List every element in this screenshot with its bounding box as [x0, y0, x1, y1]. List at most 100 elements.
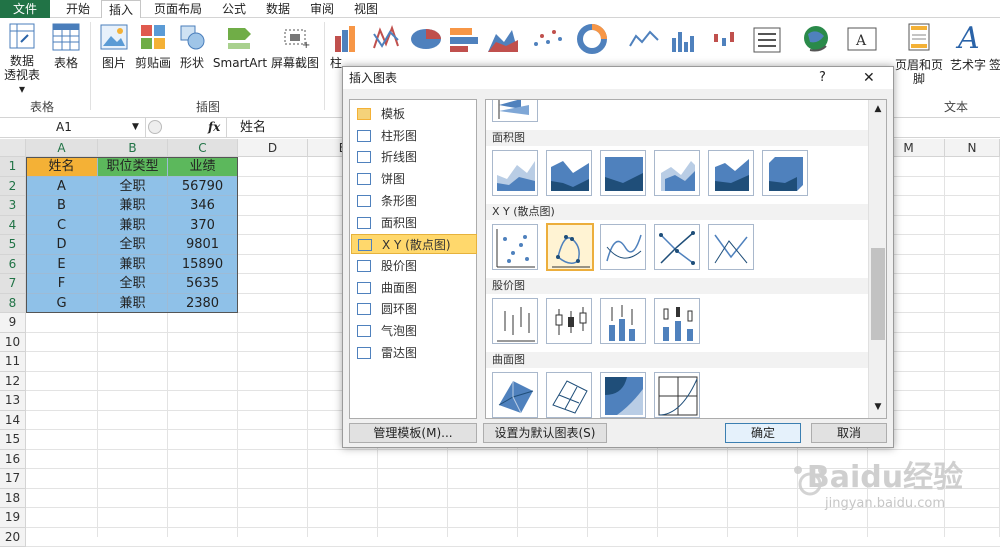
- row-header-1[interactable]: 1: [0, 157, 26, 177]
- row-header-8[interactable]: 8: [0, 294, 26, 314]
- table-cell[interactable]: C: [26, 216, 98, 236]
- ok-button[interactable]: 确定: [725, 423, 801, 443]
- row-header-14[interactable]: 14: [0, 411, 26, 431]
- pivot-table-button[interactable]: 数据 透视表 ▾: [2, 22, 42, 96]
- category-scatter[interactable]: X Y (散点图): [351, 234, 477, 254]
- column-header-d[interactable]: D: [238, 139, 308, 157]
- table-cell[interactable]: 15890: [168, 255, 238, 275]
- category-surface[interactable]: 曲面图: [351, 278, 477, 298]
- table-cell[interactable]: 全职: [98, 177, 168, 197]
- close-icon[interactable]: ✕: [863, 67, 875, 89]
- chart-thumb-3d-area[interactable]: [654, 150, 700, 196]
- table-cell[interactable]: 全职: [98, 274, 168, 294]
- table-cell[interactable]: 370: [168, 216, 238, 236]
- chart-thumb-column-partial[interactable]: [492, 99, 538, 122]
- row-header-2[interactable]: 2: [0, 177, 26, 197]
- column-header-n[interactable]: N: [945, 139, 1000, 157]
- chart-thumb-area[interactable]: [492, 150, 538, 196]
- row-header-19[interactable]: 19: [0, 508, 26, 528]
- header-cell[interactable]: 姓名: [26, 157, 98, 177]
- table-cell[interactable]: 346: [168, 196, 238, 216]
- row-header-10[interactable]: 10: [0, 333, 26, 353]
- cancel-button[interactable]: 取消: [811, 423, 887, 443]
- table-cell[interactable]: 全职: [98, 235, 168, 255]
- row-header-5[interactable]: 5: [0, 235, 26, 255]
- table-cell[interactable]: 5635: [168, 274, 238, 294]
- screenshot-button[interactable]: + 屏幕截图: [268, 22, 322, 70]
- chart-thumb-scatter-straight[interactable]: [708, 224, 754, 270]
- smartart-button[interactable]: SmartArt: [212, 22, 268, 70]
- header-cell[interactable]: 职位类型: [98, 157, 168, 177]
- table-cell[interactable]: 9801: [168, 235, 238, 255]
- chart-thumb-stock-vhlc[interactable]: [600, 298, 646, 344]
- chart-thumb-stock-hlc[interactable]: [492, 298, 538, 344]
- row-header-6[interactable]: 6: [0, 255, 26, 275]
- row-header-17[interactable]: 17: [0, 469, 26, 489]
- chart-thumb-scatter-markers[interactable]: [492, 224, 538, 270]
- tab-data[interactable]: 数据: [258, 0, 298, 18]
- tab-view[interactable]: 视图: [346, 0, 386, 18]
- tab-insert[interactable]: 插入: [101, 0, 141, 19]
- table-cell[interactable]: D: [26, 235, 98, 255]
- chevron-down-icon[interactable]: ▼: [132, 118, 139, 137]
- column-header-c[interactable]: C: [168, 139, 238, 157]
- column-header-b[interactable]: B: [98, 139, 168, 157]
- table-cell[interactable]: 兼职: [98, 216, 168, 236]
- table-cell[interactable]: E: [26, 255, 98, 275]
- name-box[interactable]: A1 ▼: [0, 118, 146, 137]
- table-cell[interactable]: 兼职: [98, 294, 168, 314]
- category-stock[interactable]: 股价图: [351, 256, 477, 276]
- set-default-chart-button[interactable]: 设置为默认图表(S): [483, 423, 607, 443]
- chart-thumb-scatter-smooth[interactable]: [600, 224, 646, 270]
- scroll-down-icon[interactable]: ▼: [871, 400, 885, 414]
- row-header-7[interactable]: 7: [0, 274, 26, 294]
- category-template[interactable]: 模板: [351, 104, 477, 124]
- category-radar[interactable]: 雷达图: [351, 343, 477, 363]
- category-bubble[interactable]: 气泡图: [351, 321, 477, 341]
- chart-thumb-3d-percent-area[interactable]: [762, 150, 808, 196]
- row-header-16[interactable]: 16: [0, 450, 26, 470]
- shapes-button[interactable]: 形状: [174, 22, 210, 70]
- help-icon[interactable]: ?: [819, 67, 826, 89]
- gallery-scrollbar[interactable]: ▲ ▼: [868, 100, 886, 418]
- row-header-9[interactable]: 9: [0, 313, 26, 333]
- chart-thumb-wireframe-contour[interactable]: [654, 372, 700, 418]
- chart-thumb-scatter-straight-markers[interactable]: [654, 224, 700, 270]
- chart-thumb-3d-stacked-area[interactable]: [708, 150, 754, 196]
- category-pie[interactable]: 饼图: [351, 169, 477, 189]
- row-header-11[interactable]: 11: [0, 352, 26, 372]
- fx-icon[interactable]: fx: [208, 118, 220, 137]
- row-header-20[interactable]: 20: [0, 528, 26, 547]
- picture-button[interactable]: 图片: [96, 22, 132, 70]
- row-header-15[interactable]: 15: [0, 430, 26, 450]
- chart-thumb-stock-vohlc[interactable]: [654, 298, 700, 344]
- tab-file[interactable]: 文件: [0, 0, 50, 18]
- table-button[interactable]: 表格: [48, 22, 84, 70]
- chart-thumb-percent-area[interactable]: [600, 150, 646, 196]
- manage-templates-button[interactable]: 管理模板(M)...: [349, 423, 477, 443]
- column-header-a[interactable]: A: [26, 139, 98, 157]
- select-all-corner[interactable]: [0, 139, 26, 157]
- table-cell[interactable]: G: [26, 294, 98, 314]
- clipart-button[interactable]: 剪贴画: [134, 22, 172, 70]
- row-header-13[interactable]: 13: [0, 391, 26, 411]
- formula-bar-toggle-icon[interactable]: [148, 120, 162, 134]
- tab-review[interactable]: 审阅: [302, 0, 342, 18]
- header-footer-button[interactable]: 页眉和页脚: [890, 58, 948, 86]
- category-bar[interactable]: 条形图: [351, 191, 477, 211]
- chart-thumb-stacked-area[interactable]: [546, 150, 592, 196]
- table-cell[interactable]: 兼职: [98, 255, 168, 275]
- category-line[interactable]: 折线图: [351, 147, 477, 167]
- formula-input[interactable]: 姓名: [240, 118, 266, 137]
- tab-home[interactable]: 开始: [56, 0, 100, 18]
- header-cell[interactable]: 业绩: [168, 157, 238, 177]
- wordart-button[interactable]: A 艺术字: [948, 58, 988, 72]
- table-cell[interactable]: 兼职: [98, 196, 168, 216]
- tab-page-layout[interactable]: 页面布局: [146, 0, 210, 18]
- scroll-up-icon[interactable]: ▲: [871, 102, 885, 116]
- row-header-4[interactable]: 4: [0, 216, 26, 236]
- chart-thumb-scatter-smooth-markers[interactable]: [546, 223, 594, 271]
- chart-thumb-3d-surface[interactable]: [492, 372, 538, 418]
- chart-thumb-contour[interactable]: [600, 372, 646, 418]
- category-doughnut[interactable]: 圆环图: [351, 299, 477, 319]
